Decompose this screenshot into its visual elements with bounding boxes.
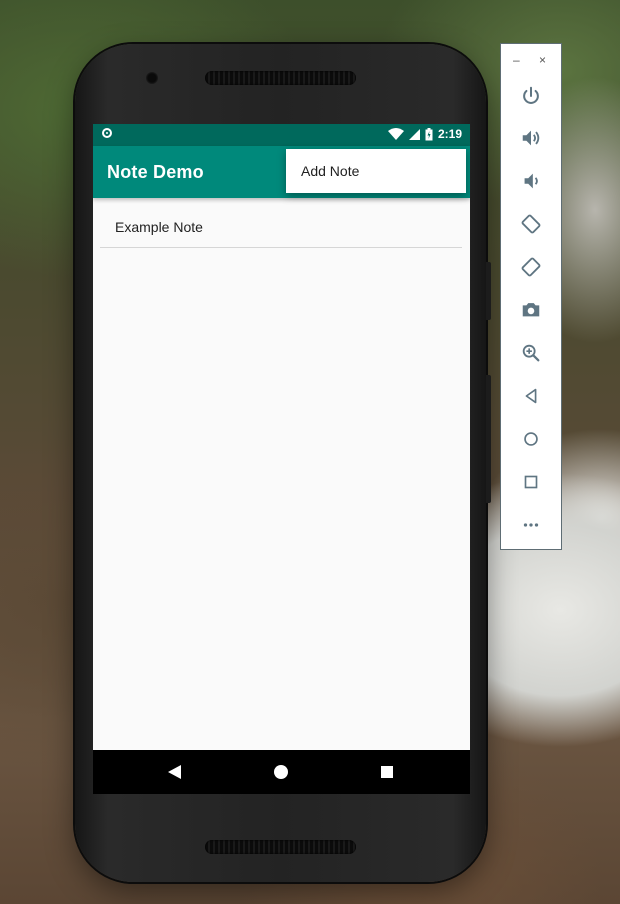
power-side-button xyxy=(486,262,491,320)
status-indicators: 2:19 xyxy=(387,127,462,141)
battery-icon xyxy=(425,127,433,140)
volume-down-icon[interactable] xyxy=(517,167,545,195)
list-item[interactable]: Example Note xyxy=(100,198,462,248)
home-icon[interactable] xyxy=(274,765,288,779)
status-time: 2:19 xyxy=(437,127,462,141)
overview-icon[interactable] xyxy=(517,468,545,496)
rotate-left-icon[interactable] xyxy=(517,210,545,238)
more-options-icon[interactable] xyxy=(517,511,545,539)
back-icon[interactable] xyxy=(517,382,545,410)
overflow-menu-popup: Add Note xyxy=(286,149,466,193)
power-icon[interactable] xyxy=(517,82,545,110)
emulator-toolbar: – × xyxy=(500,43,562,550)
device-screen: 2:19 Note Demo Add Note Example Note xyxy=(93,124,470,794)
zoom-in-icon[interactable] xyxy=(517,339,545,367)
volume-up-icon[interactable] xyxy=(517,124,545,152)
status-bar: 2:19 xyxy=(93,124,470,146)
camera-icon[interactable] xyxy=(517,296,545,324)
back-icon[interactable] xyxy=(168,765,181,779)
home-icon[interactable] xyxy=(517,425,545,453)
bottom-speaker-grille xyxy=(205,840,356,854)
menu-item-add-note[interactable]: Add Note xyxy=(286,149,466,193)
volume-side-button xyxy=(486,375,491,503)
close-button[interactable]: × xyxy=(539,53,546,67)
wifi-icon xyxy=(387,128,404,140)
rotate-right-icon[interactable] xyxy=(517,253,545,281)
app-title: Note Demo xyxy=(107,162,204,182)
note-title: Example Note xyxy=(115,219,203,235)
recent-apps-icon[interactable] xyxy=(381,766,393,778)
front-camera xyxy=(146,72,158,84)
navigation-bar xyxy=(93,750,470,794)
notification-icon xyxy=(102,128,112,138)
cellular-signal-icon xyxy=(408,128,420,140)
top-speaker-grille xyxy=(205,71,356,85)
minimize-button[interactable]: – xyxy=(513,53,520,67)
